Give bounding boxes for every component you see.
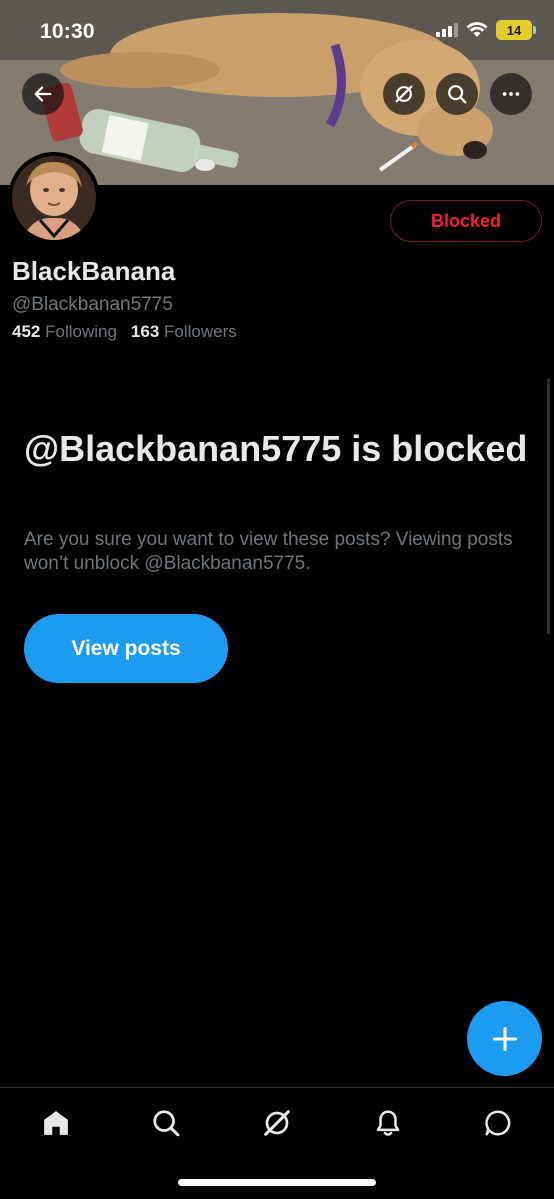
grok-icon	[264, 1110, 290, 1136]
status-bar: 10:30 14	[0, 0, 554, 60]
back-arrow-icon	[34, 86, 52, 102]
more-icon	[502, 92, 520, 96]
following-count: 452	[12, 322, 41, 341]
blocked-notice-title: @Blackbanan5775 is blocked	[24, 428, 528, 469]
tab-grok[interactable]	[257, 1103, 297, 1143]
status-time: 10:30	[40, 20, 95, 43]
messages-icon	[485, 1110, 511, 1136]
avatar[interactable]	[8, 152, 100, 244]
plus-icon	[492, 1026, 517, 1051]
grok-icon	[395, 85, 413, 103]
avatar-photo	[12, 156, 96, 240]
view-posts-button[interactable]: View posts	[24, 614, 228, 683]
search-icon	[153, 1110, 180, 1137]
home-icon	[44, 1111, 68, 1135]
grok-button[interactable]	[383, 73, 425, 115]
blocked-notice-description: Are you sure you want to view these post…	[24, 529, 513, 574]
tab-messages[interactable]	[478, 1103, 518, 1143]
scrollbar[interactable]	[547, 378, 550, 634]
tab-notifications[interactable]	[368, 1103, 408, 1143]
back-button[interactable]	[22, 73, 64, 115]
wifi-icon	[466, 22, 488, 37]
home-indicator[interactable]	[178, 1179, 376, 1186]
followers-link[interactable]: 163 Followers	[131, 322, 237, 342]
tab-home[interactable]	[36, 1103, 76, 1143]
cellular-signal-icon	[436, 23, 458, 37]
search-button[interactable]	[436, 73, 478, 115]
following-link[interactable]: 452 Following	[12, 322, 117, 342]
more-options-button[interactable]	[490, 73, 532, 115]
username-handle: @Blackbanan5775	[12, 294, 173, 315]
followers-label: Followers	[164, 322, 237, 341]
battery-level: 14	[506, 22, 522, 38]
battery-indicator: 14	[496, 20, 536, 40]
display-name: BlackBanana	[12, 256, 176, 286]
status-icons: 14	[436, 20, 536, 40]
notifications-icon	[376, 1110, 400, 1136]
blocked-button[interactable]: Blocked	[390, 200, 542, 242]
tab-search[interactable]	[146, 1103, 186, 1143]
followers-count: 163	[130, 322, 160, 341]
follow-stats: 452 Following 163 Followers	[12, 322, 237, 342]
search-icon	[448, 85, 467, 104]
compose-post-button[interactable]	[467, 1001, 542, 1076]
following-label: Following	[45, 322, 117, 341]
